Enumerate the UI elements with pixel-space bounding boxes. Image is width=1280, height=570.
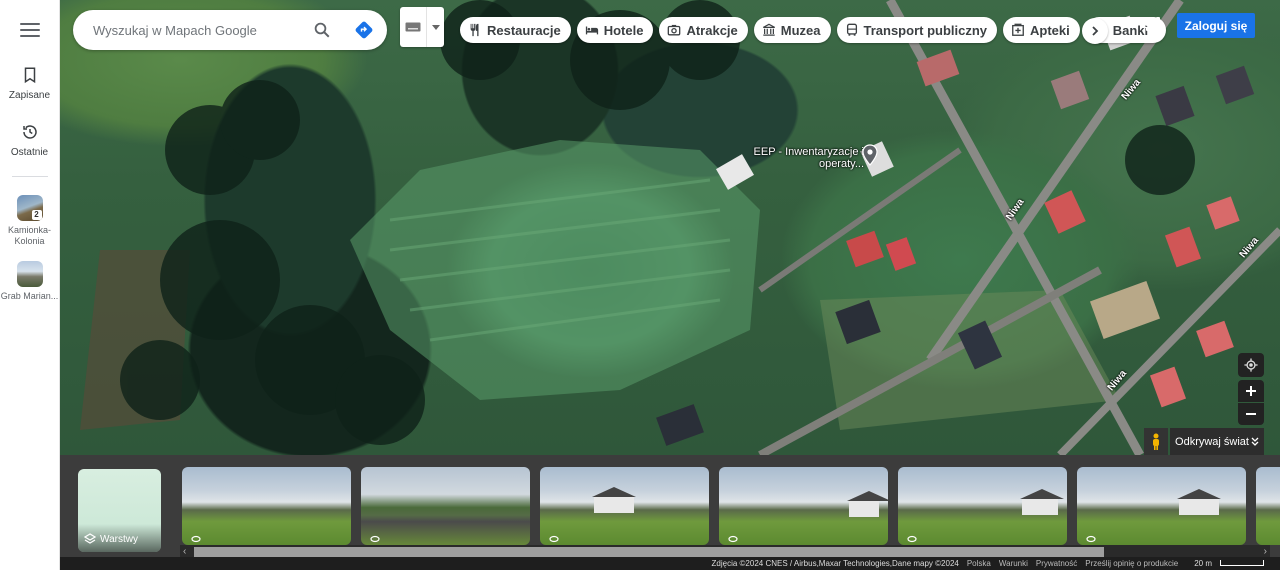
place-label[interactable]: EEP - Inwentaryzacje i operaty... (738, 146, 864, 170)
map-features (80, 0, 1280, 455)
saved-label: Zapisane (8, 90, 51, 101)
keyboard-icon[interactable] (400, 7, 426, 47)
layers-icon (84, 533, 96, 544)
chip-label: Hotele (603, 22, 644, 38)
recent-button[interactable]: Ostatnie (0, 123, 60, 158)
directions-icon[interactable] (354, 20, 374, 40)
street-view-thumbnail[interactable] (182, 467, 351, 545)
search-icon[interactable] (313, 21, 331, 39)
street-view-thumbnail[interactable] (1077, 467, 1246, 545)
street-view-icon (370, 535, 380, 543)
street-view-icon (728, 535, 738, 543)
street-view-icon (907, 535, 917, 543)
street-view-thumbnail[interactable] (540, 467, 709, 545)
category-chips: Restauracje Hotele Atrakcje Muzea Transp… (460, 17, 1172, 45)
chip-label: Banki (1112, 22, 1149, 38)
chevron-down-icon[interactable] (426, 7, 444, 47)
chip-restaurants[interactable]: Restauracje (460, 17, 571, 43)
menu-icon[interactable] (18, 20, 42, 40)
chip-label: Apteki (1030, 22, 1070, 38)
explore-label: Odkrywaj świat (1175, 435, 1249, 448)
double-chevron-icon (1251, 437, 1259, 446)
scale-label: 20 m (1194, 559, 1212, 568)
recent-item[interactable]: 2 Kamionka-Kolonia (0, 195, 60, 247)
bus-icon (846, 23, 857, 36)
zoom-out-button[interactable] (1238, 403, 1264, 425)
plus-icon (1246, 386, 1256, 396)
chip-label: Atrakcje (686, 22, 738, 38)
google-maps-window: EEP - Inwentaryzacje i operaty... Niwa N… (0, 0, 1280, 570)
chip-label: Transport publiczny (863, 22, 988, 38)
chip-pharmacies[interactable]: Apteki (1003, 17, 1080, 43)
footer-link-terms[interactable]: Warunki (999, 559, 1028, 568)
chip-label: Restauracje (487, 22, 561, 38)
scroll-left-icon[interactable]: ‹ (183, 546, 186, 557)
chip-hotels[interactable]: Hotele (576, 17, 654, 43)
street-view-thumbnail[interactable] (719, 467, 888, 545)
footer-link-country[interactable]: Polska (967, 559, 991, 568)
bed-icon (585, 26, 598, 35)
minus-icon (1246, 413, 1256, 415)
street-view-icon (191, 535, 201, 543)
scale-bar[interactable]: 20 m (1186, 559, 1264, 568)
map-footer: Zdjęcia ©2024 CNES / Airbus,Maxar Techno… (60, 557, 1280, 570)
place-pin-icon[interactable] (862, 144, 878, 166)
scroll-right-icon[interactable]: › (1264, 546, 1267, 557)
footer-link-privacy[interactable]: Prywatność (1036, 559, 1077, 568)
chip-label: Muzea (780, 22, 821, 38)
chevron-right-icon (1092, 26, 1099, 36)
scrollbar-thumb[interactable] (194, 547, 1104, 557)
input-tools (400, 7, 444, 47)
search-box (73, 10, 387, 50)
recent-count-badge: 2 (31, 210, 42, 220)
recent-thumbnail (16, 261, 43, 287)
zoom-in-button[interactable] (1238, 380, 1264, 402)
saved-button[interactable]: Zapisane (0, 66, 60, 101)
cutlery-icon (470, 23, 479, 37)
chip-public-transport[interactable]: Transport publiczny (836, 17, 998, 43)
history-icon (22, 125, 37, 139)
attribution-text: Zdjęcia ©2024 CNES / Airbus,Maxar Techno… (711, 559, 959, 568)
sign-in-button[interactable]: Zaloguj się (1177, 13, 1255, 38)
footer-link-feedback[interactable]: Prześlij opinię o produkcie (1085, 559, 1178, 568)
chip-attractions[interactable]: Atrakcje (659, 17, 748, 43)
locate-icon (1244, 358, 1258, 372)
recent-item-label: Grab Marian... (0, 291, 59, 301)
chip-museums[interactable]: Muzea (753, 17, 831, 43)
pegman-icon[interactable] (1144, 428, 1168, 455)
recent-label: Ostatnie (10, 147, 49, 158)
explore-world-button[interactable]: Odkrywaj świat (1170, 428, 1264, 455)
my-location-button[interactable] (1238, 353, 1264, 377)
satellite-map[interactable]: EEP - Inwentaryzacje i operaty... Niwa N… (60, 0, 1280, 455)
photo-strip: Warstwy ‹ › (60, 455, 1280, 558)
street-view-thumbnail[interactable] (361, 467, 530, 545)
layers-button[interactable]: Warstwy (78, 469, 161, 552)
recent-item[interactable]: Grab Marian... (0, 261, 60, 302)
left-rail: Zapisane Ostatnie 2 Kamionka-Kolonia Gra… (0, 0, 60, 570)
bookmark-icon (24, 67, 35, 84)
street-view-thumbnail[interactable] (1256, 467, 1280, 545)
chips-next-button[interactable] (1082, 18, 1108, 44)
museum-icon (762, 23, 775, 36)
recent-thumbnail: 2 (16, 195, 43, 221)
apps-grid-icon[interactable] (1146, 17, 1160, 31)
recent-item-label: Kamionka-Kolonia (7, 225, 52, 246)
layers-label: Warstwy (100, 533, 138, 545)
search-input[interactable] (93, 22, 303, 38)
street-view-icon (549, 535, 559, 543)
rail-divider (11, 176, 48, 177)
camera-icon (668, 24, 681, 36)
pharmacy-icon (1012, 23, 1024, 36)
street-view-thumbnail[interactable] (898, 467, 1067, 545)
street-view-icon (1086, 535, 1096, 543)
